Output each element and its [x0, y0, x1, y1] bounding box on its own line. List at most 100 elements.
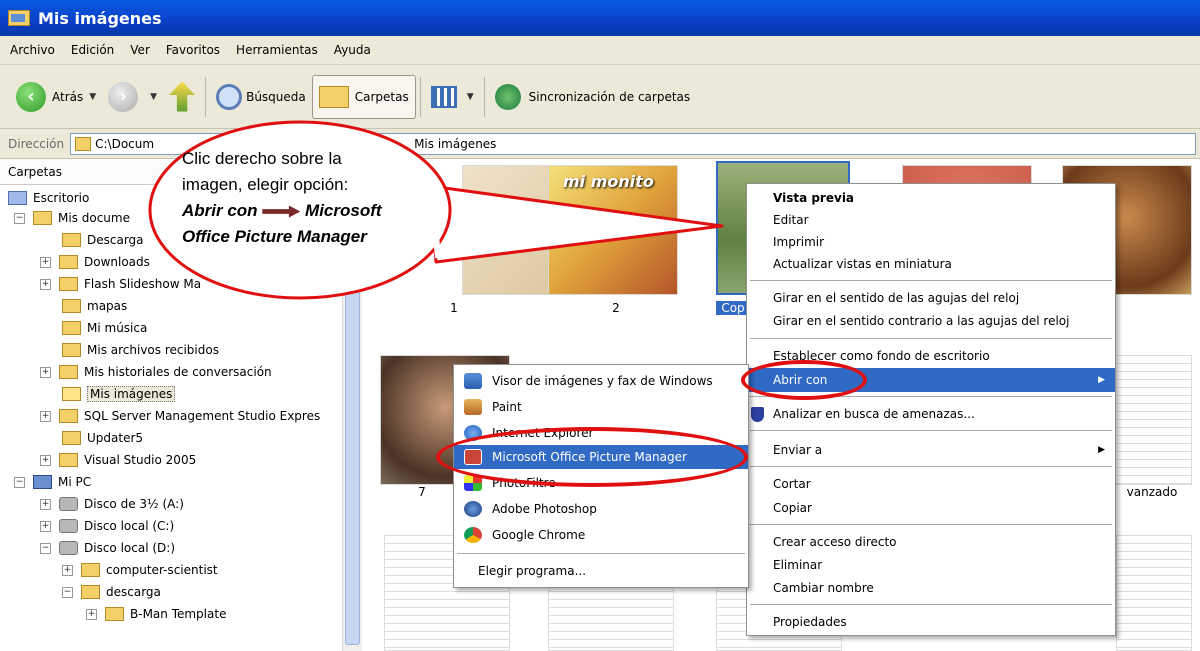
folder-pictures-icon [8, 10, 30, 26]
folders-button[interactable]: Carpetas [311, 74, 416, 119]
expand-icon[interactable]: + [86, 608, 97, 620]
thumbnail-caption: vanzado [1126, 485, 1178, 499]
antivirus-shield-icon [751, 407, 764, 422]
expand-icon[interactable]: + [40, 520, 51, 532]
tree-item[interactable]: + SQL Server Management Studio Expres [40, 405, 320, 427]
menu-herramientas[interactable]: Herramientas [228, 43, 326, 57]
collapse-icon[interactable]: − [40, 542, 51, 554]
menu-bar: Archivo Edición Ver Favoritos Herramient… [0, 36, 1200, 65]
address-bar: Dirección C:\Docum Mis imágenes [0, 129, 1200, 159]
up-folder-button[interactable] [163, 75, 201, 119]
tree-item[interactable]: mapas [62, 295, 127, 317]
menu-separator [750, 338, 1112, 339]
tree-item[interactable]: + Visual Studio 2005 [40, 449, 196, 471]
tree-item-label: Disco local (C:) [84, 519, 175, 533]
menu-separator [750, 280, 1112, 281]
collapse-icon[interactable]: − [14, 212, 25, 224]
tree-item[interactable]: Escritorio [8, 187, 89, 209]
tree-item[interactable]: + Mis historiales de conversación [40, 361, 272, 383]
scrollbar-thumb[interactable] [345, 205, 360, 645]
menu-item-preview[interactable]: Vista previa [747, 186, 1115, 210]
window-title: Mis imágenes [38, 8, 162, 28]
views-dropdown-icon[interactable]: ▼ [467, 92, 474, 102]
tree-item[interactable]: + Flash Slideshow Ma [40, 273, 201, 295]
menu-edicion[interactable]: Edición [63, 43, 122, 57]
collapse-icon[interactable]: − [62, 586, 73, 598]
menu-item-print[interactable]: Imprimir [747, 230, 1115, 254]
back-label: Atrás [52, 89, 84, 104]
tree-item[interactable]: − Mi PC [14, 471, 91, 493]
expand-icon[interactable]: + [40, 410, 51, 422]
menu-item-rotate-clockwise[interactable]: Girar en el sentido de las agujas del re… [747, 286, 1115, 310]
tree-scrollbar[interactable] [342, 185, 362, 651]
menu-item-copy[interactable]: Copiar [747, 496, 1115, 520]
menu-item-properties[interactable]: Propiedades [747, 610, 1115, 634]
menu-separator [750, 604, 1112, 605]
menu-item-refresh-thumbnails[interactable]: Actualizar vistas en miniatura [747, 252, 1115, 276]
tree-item[interactable]: + computer-scientist [62, 559, 218, 581]
menu-item-create-shortcut[interactable]: Crear acceso directo [747, 530, 1115, 554]
submenu-item-paint[interactable]: Paint [454, 395, 748, 419]
tree-item-label: Mis docume [58, 211, 130, 225]
back-dropdown-icon[interactable]: ▼ [89, 92, 96, 102]
expand-icon[interactable]: + [40, 366, 51, 378]
menu-item-rotate-counterclockwise[interactable]: Girar en el sentido contrario a las aguj… [747, 309, 1115, 333]
tree-item[interactable]: − descarga [62, 581, 161, 603]
photoshop-icon [464, 501, 482, 517]
paint-icon [464, 399, 482, 415]
expand-icon[interactable]: + [62, 564, 73, 576]
tree-item[interactable]: + Disco de 3½ (A:) [40, 493, 184, 515]
menu-archivo[interactable]: Archivo [2, 43, 63, 57]
sync-label: Sincronización de carpetas [528, 89, 691, 104]
tree-item[interactable]: + Downloads [40, 251, 150, 273]
thumbnail-image[interactable] [1116, 535, 1192, 651]
views-button[interactable]: ▼ [425, 75, 480, 119]
thumbnail-caption: 7 [418, 485, 426, 499]
menu-item-cut[interactable]: Cortar [747, 472, 1115, 496]
menu-item-scan-threats[interactable]: Analizar en busca de amenazas... [747, 402, 1115, 426]
tree-item[interactable]: Updater5 [62, 427, 143, 449]
folder-icon [81, 563, 100, 577]
submenu-item-choose-program[interactable]: Elegir programa... [454, 559, 748, 583]
menu-item-delete[interactable]: Eliminar [747, 553, 1115, 577]
menu-ayuda[interactable]: Ayuda [326, 43, 379, 57]
menu-item-send-to[interactable]: Enviar a ▶ [747, 438, 1115, 462]
tree-item-label: Mis historiales de conversación [84, 365, 272, 379]
callout-text: Clic derecho sobre la imagen, elegir opc… [182, 146, 452, 250]
submenu-item-label: Paint [492, 400, 522, 414]
expand-icon[interactable]: + [40, 256, 51, 268]
search-button[interactable]: Búsqueda [210, 75, 312, 119]
sync-button[interactable]: Sincronización de carpetas [489, 75, 696, 119]
menu-item-rename[interactable]: Cambiar nombre [747, 576, 1115, 600]
submenu-item-windows-viewer[interactable]: Visor de imágenes y fax de Windows [454, 369, 748, 393]
menu-item-edit[interactable]: Editar [747, 208, 1115, 232]
annotation-circle [741, 360, 867, 400]
tree-item[interactable]: Mis archivos recibidos [62, 339, 219, 361]
submenu-item-chrome[interactable]: Google Chrome [454, 523, 748, 547]
expand-icon[interactable]: + [40, 454, 51, 466]
tree-item-selected[interactable]: Mis imágenes [62, 383, 176, 405]
tree-item[interactable]: Mi música [62, 317, 147, 339]
toolbar-separator [483, 76, 485, 117]
menu-ver[interactable]: Ver [122, 43, 158, 57]
back-button[interactable]: ‹ Atrás ▼ [10, 75, 102, 119]
tree-item[interactable]: + Disco local (C:) [40, 515, 174, 537]
expand-icon[interactable]: + [40, 278, 51, 290]
folder-icon [33, 211, 52, 225]
tree-item[interactable]: Descarga [62, 229, 144, 251]
submenu-item-photoshop[interactable]: Adobe Photoshop [454, 497, 748, 521]
forward-dropdown-icon[interactable]: ▼ [150, 92, 157, 102]
thumbnail-image[interactable]: mi monito [548, 165, 678, 295]
tree-item[interactable]: − Mis docume [14, 207, 130, 229]
menu-favoritos[interactable]: Favoritos [158, 43, 228, 57]
tree-item[interactable]: + B-Man Template [86, 603, 226, 625]
forward-button[interactable]: › ▼ [102, 75, 163, 119]
desktop-icon [8, 191, 27, 205]
folder-icon [62, 343, 81, 357]
sync-icon [494, 83, 521, 110]
collapse-icon[interactable]: − [14, 476, 25, 488]
expand-icon[interactable]: + [40, 498, 51, 510]
tree-item[interactable]: − Disco local (D:) [40, 537, 175, 559]
thumbnail-caption: 2 [612, 301, 620, 315]
submenu-item-label: Adobe Photoshop [492, 502, 597, 516]
